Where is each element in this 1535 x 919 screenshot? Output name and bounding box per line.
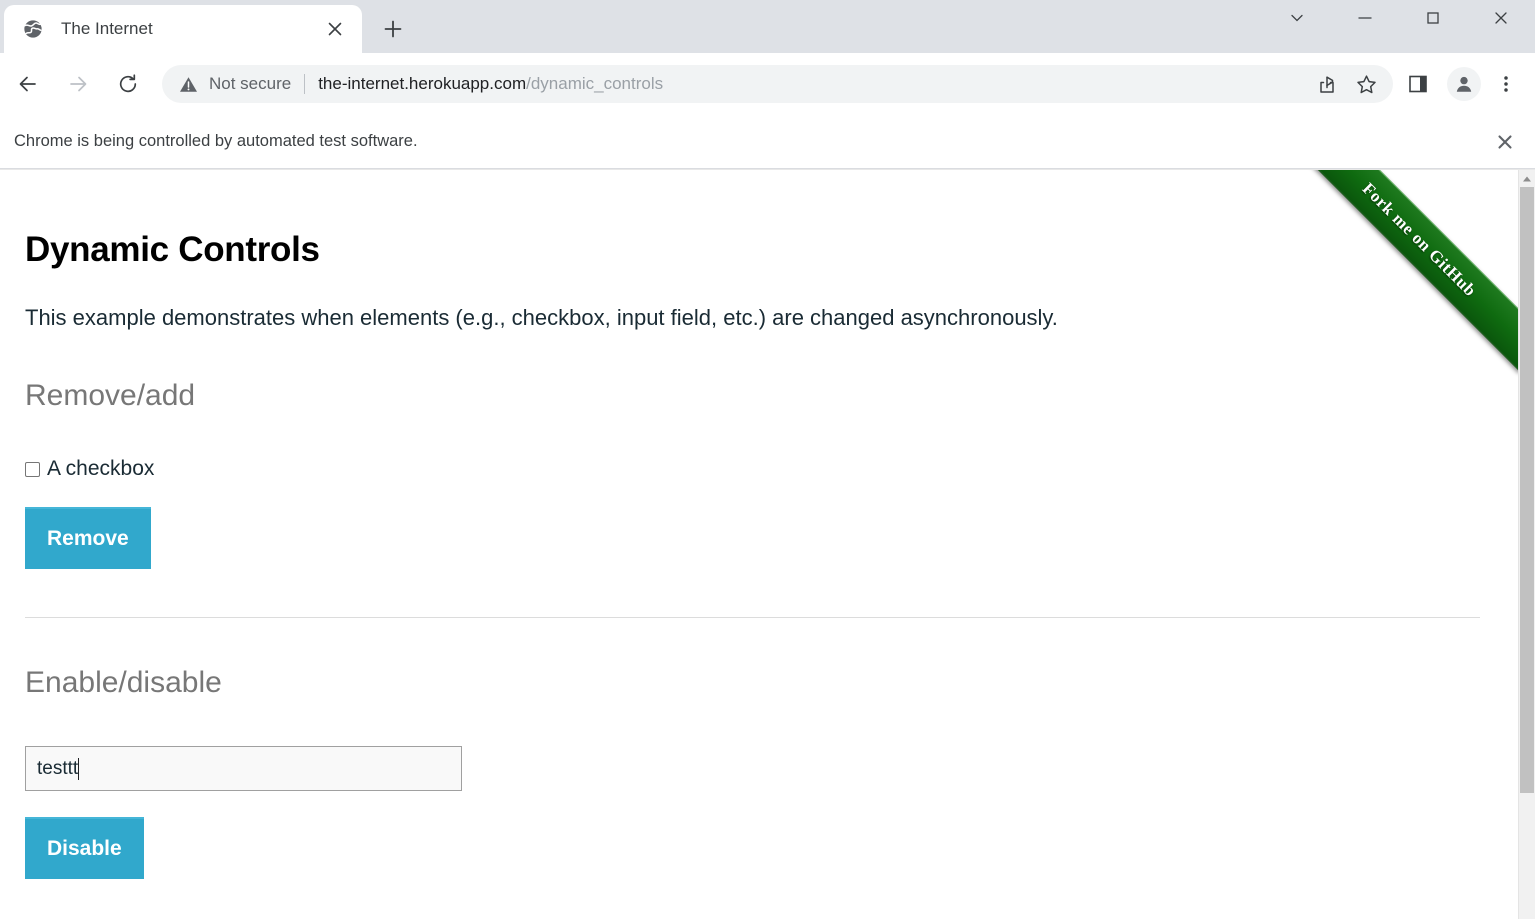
page-viewport: Fork me on GitHub Dynamic Controls This … (0, 170, 1535, 919)
section-heading-remove-add: Remove/add (25, 379, 196, 413)
close-window-icon[interactable] (1467, 0, 1535, 36)
text-input-value: testtt (37, 757, 79, 779)
text-input-field[interactable]: testtt (25, 746, 462, 792)
address-bar[interactable]: Not secure the-internet.herokuapp.com/dy… (162, 65, 1393, 103)
tab-title: The Internet (61, 19, 153, 38)
input-wrapper: testtt (25, 698, 1495, 792)
web-page: Fork me on GitHub Dynamic Controls This … (0, 170, 1520, 919)
reload-button[interactable] (108, 64, 148, 104)
infobar-close-icon[interactable] (1489, 126, 1521, 158)
globe-icon (22, 18, 44, 40)
security-status-text: Not secure (209, 74, 292, 93)
scrollbar-up-arrow-icon[interactable] (1519, 170, 1535, 187)
text-cursor (78, 757, 80, 780)
tab-strip: The Internet (0, 0, 1535, 53)
share-icon[interactable] (1311, 67, 1345, 101)
checkbox-row[interactable]: A checkbox (25, 411, 1495, 481)
browser-window: The Internet Not secure the-internet.her… (0, 0, 1535, 919)
tab-search-chevron-down-icon[interactable] (1263, 0, 1331, 36)
url-path: /dynamic_controls (526, 74, 664, 93)
minimize-icon[interactable] (1331, 0, 1399, 36)
arrow-left-icon (19, 76, 36, 92)
checkbox-label: A checkbox (47, 457, 155, 481)
profile-avatar-icon[interactable] (1447, 67, 1481, 101)
automation-infobar: Chrome is being controlled by automated … (0, 115, 1535, 169)
maximize-icon[interactable] (1399, 0, 1467, 36)
plus-icon (384, 20, 402, 38)
three-dot-menu-icon[interactable] (1487, 65, 1525, 103)
reload-icon (119, 74, 137, 93)
page-title: Dynamic Controls (25, 230, 320, 269)
bookmark-star-icon[interactable] (1349, 67, 1383, 101)
forward-button (58, 64, 98, 104)
omnibox-separator (304, 74, 306, 94)
tab-close-icon[interactable] (320, 14, 350, 44)
a-checkbox[interactable] (25, 461, 40, 477)
page-content: Dynamic Controls This example demonstrat… (0, 170, 1520, 880)
automation-infobar-message: Chrome is being controlled by automated … (14, 132, 418, 150)
remove-button[interactable]: Remove (25, 507, 151, 570)
side-panel-icon[interactable] (1399, 65, 1437, 103)
window-controls (1263, 0, 1535, 42)
back-button[interactable] (8, 64, 48, 104)
browser-toolbar: Not secure the-internet.herokuapp.com/dy… (0, 53, 1535, 115)
disable-button[interactable]: Disable (25, 817, 144, 880)
new-tab-button[interactable] (372, 12, 414, 46)
url-text: the-internet.herokuapp.com/dynamic_contr… (318, 74, 663, 94)
page-description: This example demonstrates when elements … (25, 305, 1058, 330)
browser-tab-the-internet[interactable]: The Internet (4, 5, 362, 53)
url-host: the-internet.herokuapp.com (318, 74, 527, 93)
scrollbar-thumb[interactable] (1520, 187, 1534, 793)
arrow-right-icon (70, 76, 87, 92)
page-scrollbar[interactable] (1518, 170, 1535, 919)
section-heading-enable-disable: Enable/disable (25, 666, 222, 700)
warning-triangle-icon[interactable] (179, 75, 199, 94)
omnibox-actions (1311, 67, 1393, 101)
